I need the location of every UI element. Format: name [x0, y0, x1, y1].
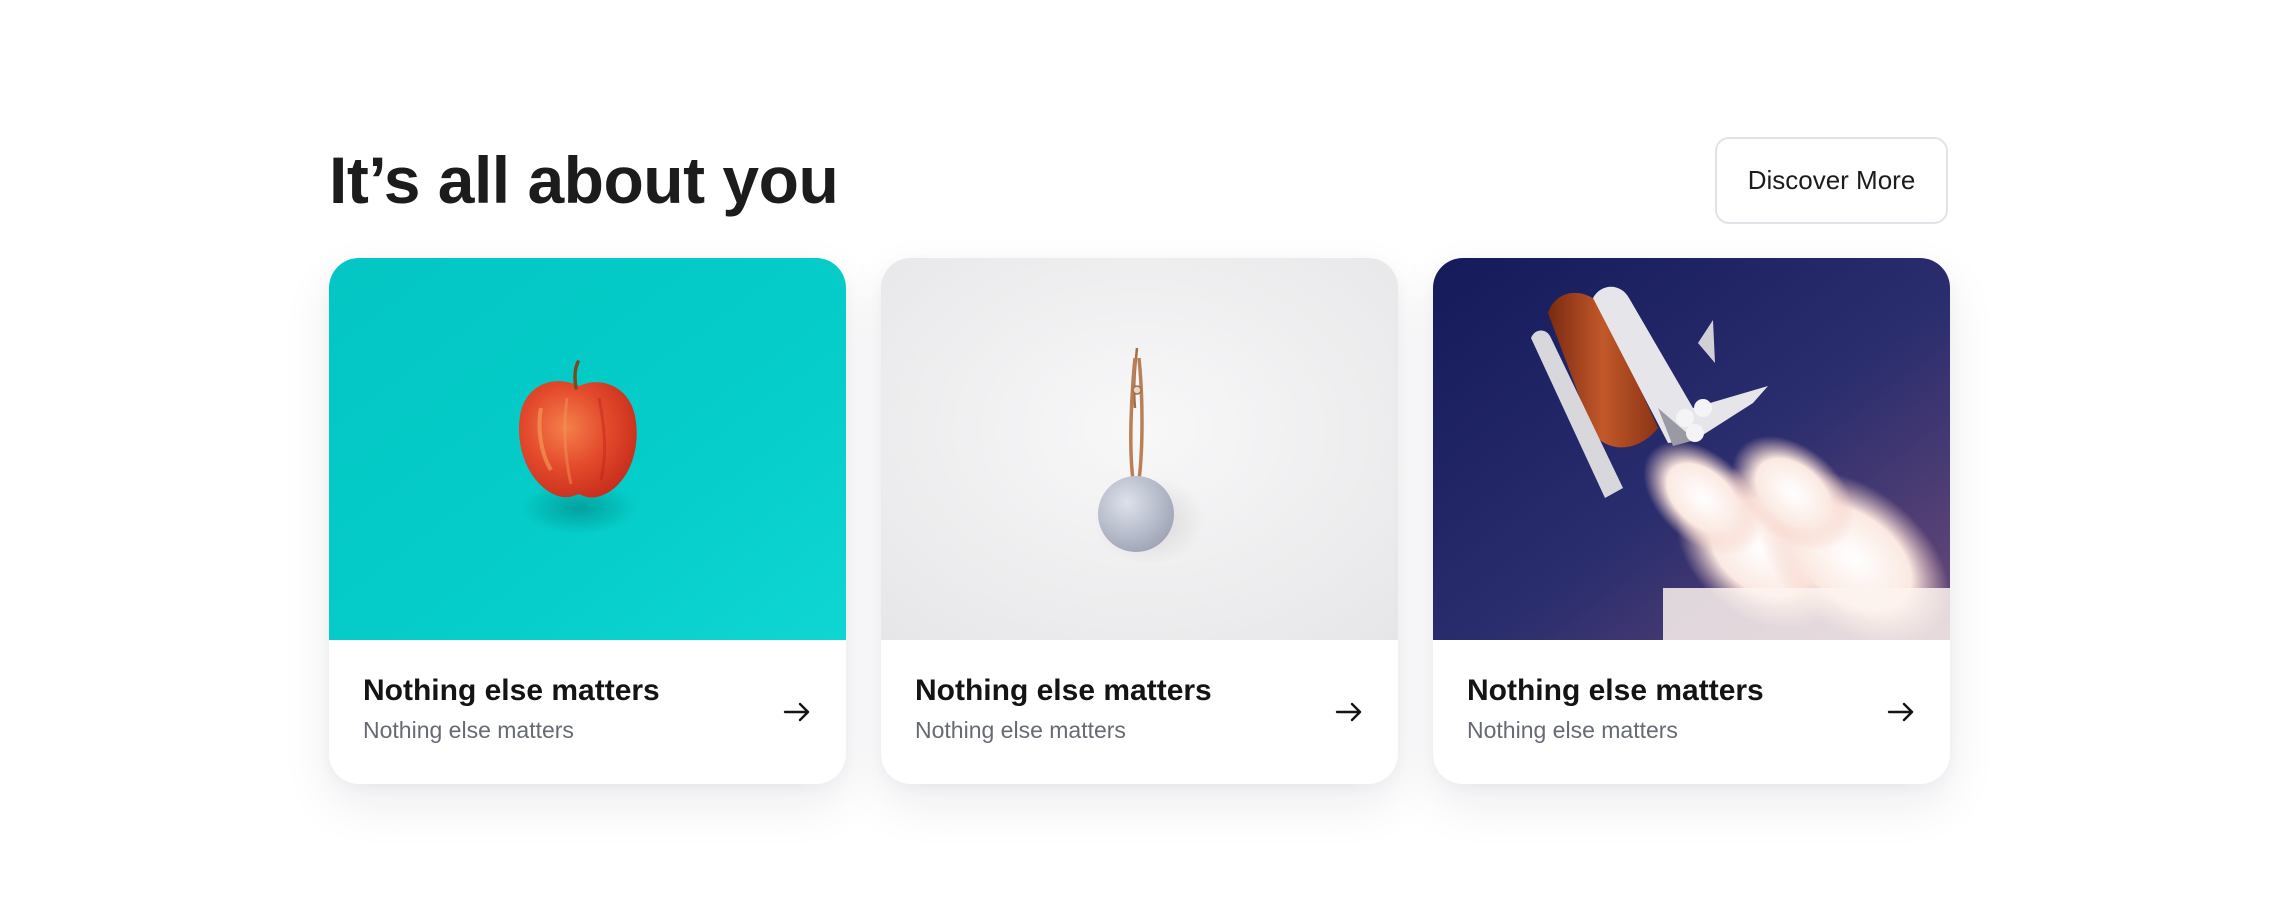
speaker-photo	[881, 258, 1398, 640]
card-list: Nothing else matters Nothing else matter…	[329, 258, 1950, 784]
feature-section: It’s all about you Discover More Nothing…	[0, 0, 2276, 919]
card-subtitle: Nothing else matters	[363, 717, 574, 743]
card-speaker[interactable]: Nothing else matters Nothing else matter…	[881, 258, 1398, 784]
card-title: Nothing else matters	[1467, 674, 1764, 707]
card-footer: Nothing else matters Nothing else matter…	[881, 640, 1398, 784]
arrow-right-icon[interactable]	[1886, 697, 1916, 727]
card-subtitle: Nothing else matters	[915, 717, 1126, 743]
shuttle-photo	[1433, 258, 1950, 640]
card-apple[interactable]: Nothing else matters Nothing else matter…	[329, 258, 846, 784]
card-subtitle: Nothing else matters	[1467, 717, 1678, 743]
arrow-right-icon[interactable]	[782, 697, 812, 727]
discover-more-button[interactable]: Discover More	[1715, 137, 1948, 224]
card-footer: Nothing else matters Nothing else matter…	[329, 640, 846, 784]
card-footer: Nothing else matters Nothing else matter…	[1433, 640, 1950, 784]
card-title: Nothing else matters	[363, 674, 660, 707]
card-shuttle[interactable]: Nothing else matters Nothing else matter…	[1433, 258, 1950, 784]
arrow-right-icon[interactable]	[1334, 697, 1364, 727]
section-title: It’s all about you	[329, 143, 839, 217]
card-title: Nothing else matters	[915, 674, 1212, 707]
apple-photo	[329, 258, 846, 640]
